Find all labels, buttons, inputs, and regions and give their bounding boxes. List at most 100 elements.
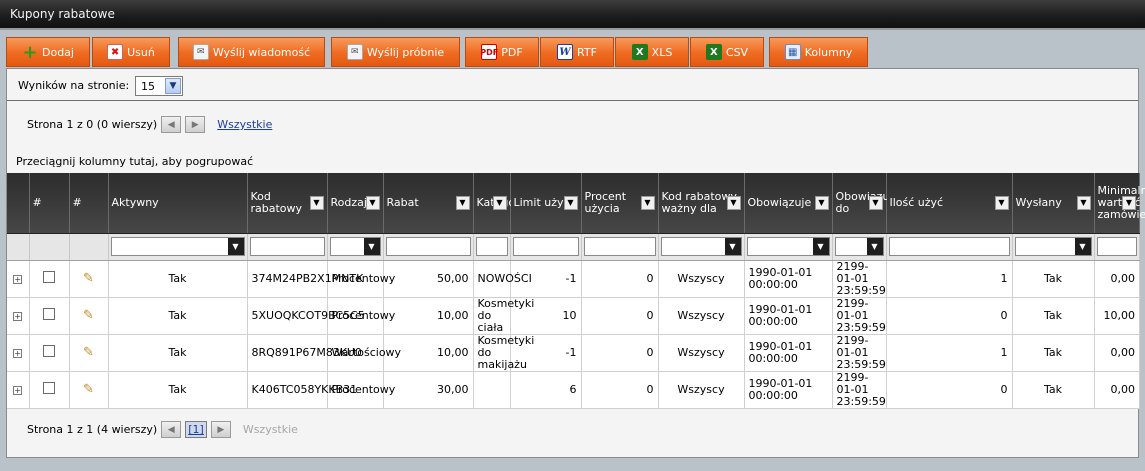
column-header-valid-to[interactable]: Obowiązuje do ▼ bbox=[832, 173, 899, 234]
cell-valid-for: Wszyscy bbox=[658, 371, 745, 409]
type-filter-select[interactable]: ▼ bbox=[329, 237, 381, 256]
column-header-code[interactable]: Kod rabatowy ▼ bbox=[247, 173, 328, 234]
edit-icon[interactable]: ✎ bbox=[81, 308, 97, 324]
next-page-button[interactable]: ▶ bbox=[210, 421, 231, 438]
uses-filter-input[interactable] bbox=[888, 237, 1010, 256]
limit-filter-input[interactable] bbox=[512, 237, 579, 256]
expand-row-icon[interactable]: + bbox=[13, 348, 23, 358]
discount-filter-input[interactable] bbox=[385, 237, 471, 256]
category-filter-input[interactable] bbox=[475, 237, 508, 256]
column-header-uses[interactable]: Ilość użyć ▼ bbox=[886, 173, 1013, 234]
column-header-edit[interactable]: # bbox=[69, 173, 109, 234]
chevron-down-icon[interactable]: ▼ bbox=[165, 78, 181, 94]
sent-filter-select[interactable]: ▼ bbox=[1014, 237, 1092, 256]
column-header-active[interactable]: Aktywny bbox=[108, 173, 248, 234]
filter-menu-icon[interactable]: ▼ bbox=[994, 195, 1009, 210]
column-header-discount[interactable]: Rabat ▼ bbox=[383, 173, 474, 234]
table-row[interactable]: + ✎ Tak 5XUOQKCOT9BC5C5 Procentowy 10,00… bbox=[7, 297, 1140, 335]
next-page-button[interactable]: ▶ bbox=[185, 116, 206, 133]
valid-to-filter-select[interactable]: ▼ bbox=[834, 237, 884, 256]
valid-from-filter-select[interactable]: ▼ bbox=[746, 237, 830, 256]
cell-valid-from: 1990-01-01 00:00:00 bbox=[744, 334, 833, 372]
filter-menu-icon[interactable]: ▼ bbox=[1122, 195, 1136, 210]
export-pdf-button[interactable]: PDF PDF bbox=[465, 37, 539, 67]
cell-valid-to: 2199-01-01 23:59:59 bbox=[832, 334, 887, 372]
cell-valid-from: 1990-01-01 00:00:00 bbox=[744, 371, 833, 409]
chevron-down-icon[interactable]: ▼ bbox=[227, 238, 244, 255]
filter-menu-icon[interactable]: ▼ bbox=[726, 195, 741, 210]
cell-uses: 1 bbox=[886, 260, 1013, 298]
delete-button[interactable]: ✖ Usuń bbox=[92, 37, 170, 67]
chevron-down-icon[interactable]: ▼ bbox=[866, 238, 883, 255]
cell-type: Procentowy bbox=[327, 371, 395, 409]
filter-menu-icon[interactable]: ▼ bbox=[868, 195, 883, 210]
page-info: Strona 1 z 1 (4 wierszy) bbox=[27, 423, 158, 436]
cell-uses: 0 bbox=[886, 371, 1013, 409]
filter-menu-icon[interactable]: ▼ bbox=[814, 195, 829, 210]
row-checkbox[interactable] bbox=[43, 382, 55, 394]
date-part: 1990-01-01 bbox=[748, 265, 813, 279]
column-header-valid-from[interactable]: Obowiązuje od ▼ bbox=[744, 173, 833, 234]
page-size-select[interactable]: 15 ▼ bbox=[135, 76, 183, 96]
filter-menu-icon[interactable]: ▼ bbox=[365, 195, 380, 210]
table-row[interactable]: + ✎ Tak 8RQ891P67M83KU0 Wartościowy 1 0,0… bbox=[7, 334, 1140, 372]
filter-menu-icon[interactable]: ▼ bbox=[640, 195, 655, 210]
columns-button[interactable]: ▦ Kolumny bbox=[769, 37, 868, 67]
chevron-down-icon[interactable]: ▼ bbox=[363, 238, 380, 255]
table-row[interactable]: + ✎ Tak 374M24PB2X1MNTK Procentowy 50,00… bbox=[7, 260, 1140, 298]
export-xls-button[interactable]: X XLS bbox=[615, 37, 689, 67]
cell-sent: Tak bbox=[1012, 334, 1095, 372]
column-header-expand bbox=[7, 173, 30, 234]
group-drop-zone[interactable]: Przeciągnij kolumny tutaj, aby pogrupowa… bbox=[16, 155, 253, 168]
prev-page-button[interactable]: ◀ bbox=[161, 421, 182, 438]
send-test-button[interactable]: ✉ Wyślij próbnie bbox=[331, 37, 460, 67]
coupon-table: # # Aktywny Kod rabatowy ▼ Rodzaj ▼ Rabat ▼… bbox=[7, 173, 1145, 409]
toolbar: + Dodaj ✖ Usuń ✉ Wyślij wiadomość ✉ Wyśl… bbox=[0, 34, 1145, 68]
min-order-filter-input[interactable] bbox=[1096, 237, 1137, 256]
code-filter-input[interactable] bbox=[249, 237, 325, 256]
current-page-link[interactable]: [1] bbox=[185, 421, 207, 438]
edit-icon[interactable]: ✎ bbox=[81, 345, 97, 361]
edit-icon[interactable]: ✎ bbox=[81, 382, 97, 398]
column-header-sent[interactable]: Wysłany ▼ bbox=[1012, 173, 1095, 234]
add-button-label: Dodaj bbox=[42, 45, 74, 59]
show-all-link[interactable]: Wszystkie bbox=[217, 118, 272, 131]
expand-row-icon[interactable]: + bbox=[13, 274, 23, 284]
filter-menu-icon[interactable]: ▼ bbox=[1076, 195, 1091, 210]
expand-row-icon[interactable]: + bbox=[13, 311, 23, 321]
export-rtf-button[interactable]: W RTF bbox=[540, 37, 614, 67]
column-header-type[interactable]: Rodzaj ▼ bbox=[327, 173, 384, 234]
chevron-down-icon[interactable]: ▼ bbox=[1074, 238, 1091, 255]
active-filter-select[interactable]: ▼ bbox=[110, 237, 245, 256]
chevron-down-icon[interactable]: ▼ bbox=[724, 238, 741, 255]
column-header-category[interactable]: Kategoria▼ bbox=[473, 173, 529, 234]
time-part: 23:59:59 bbox=[836, 283, 886, 297]
edit-icon[interactable]: ✎ bbox=[81, 271, 97, 287]
prev-page-button[interactable]: ◀ bbox=[161, 116, 182, 133]
time-part: 23:59:59 bbox=[836, 320, 886, 334]
export-csv-button[interactable]: X CSV bbox=[690, 37, 764, 67]
filter-menu-icon[interactable]: ▼ bbox=[492, 195, 507, 210]
row-checkbox[interactable] bbox=[43, 308, 55, 320]
column-header-valid-for[interactable]: Kod rabatowy ważny dla ▼ bbox=[658, 173, 745, 234]
filter-menu-icon[interactable]: ▼ bbox=[563, 195, 578, 210]
column-header-min-order[interactable]: Minimalna wartość zamówienia▼ bbox=[1094, 173, 1145, 234]
send-message-label: Wyślij wiadomość bbox=[212, 45, 311, 59]
expand-row-icon[interactable]: + bbox=[13, 385, 23, 395]
valid-for-filter-select[interactable]: ▼ bbox=[660, 237, 742, 256]
filter-menu-icon[interactable]: ▼ bbox=[309, 195, 324, 210]
column-header-percent[interactable]: Procent użycia ▼ bbox=[581, 173, 659, 234]
cell-sent: Tak bbox=[1012, 371, 1095, 409]
row-checkbox[interactable] bbox=[43, 271, 55, 283]
column-header-label: Rabat bbox=[386, 195, 419, 209]
column-header-select[interactable]: # bbox=[29, 173, 70, 234]
show-all-link[interactable]: Wszystkie bbox=[243, 423, 298, 436]
send-message-button[interactable]: ✉ Wyślij wiadomość bbox=[178, 37, 325, 67]
add-button[interactable]: + Dodaj bbox=[6, 37, 90, 67]
column-header-limit[interactable]: Limit użyć ▼ bbox=[510, 173, 582, 234]
chevron-down-icon[interactable]: ▼ bbox=[812, 238, 829, 255]
percent-filter-input[interactable] bbox=[583, 237, 656, 256]
row-checkbox[interactable] bbox=[43, 345, 55, 357]
table-row[interactable]: + ✎ Tak K406TC058YKKB31 Procentowy 30,00… bbox=[7, 371, 1140, 409]
filter-menu-icon[interactable]: ▼ bbox=[455, 195, 470, 210]
